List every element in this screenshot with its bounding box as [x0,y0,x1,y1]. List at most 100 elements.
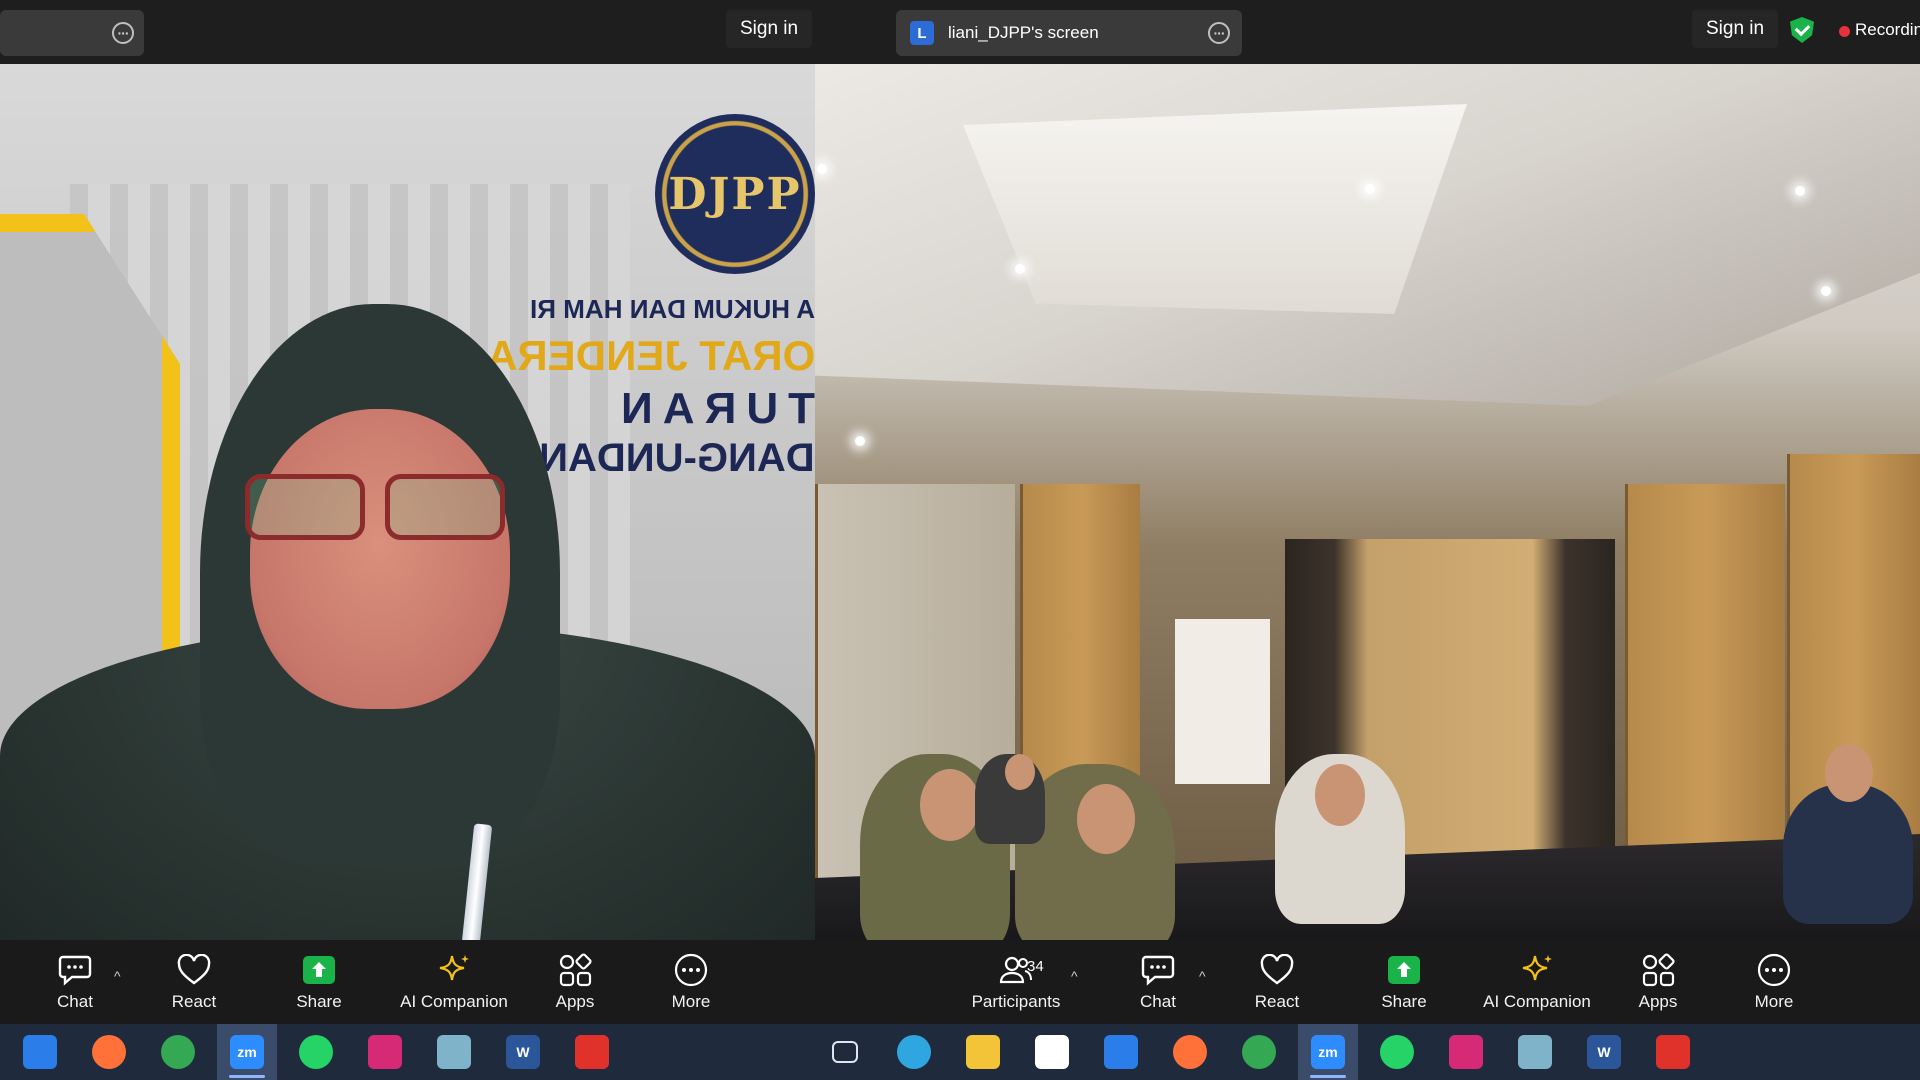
apps-button[interactable]: Apps [1635,940,1681,1024]
more-options-icon[interactable] [1208,22,1230,44]
taskbar-whatsapp-button[interactable] [286,1024,346,1080]
attendee-5 [1783,784,1913,924]
zoom-icon: zm [230,1035,264,1069]
more-options-icon[interactable] [112,22,134,44]
taskbar-zoom-button[interactable]: zm [217,1024,277,1080]
sparkle-icon [1515,952,1559,988]
participant-count: 34 [1027,958,1044,975]
mail-icon [23,1035,57,1069]
taskbar-acrobat-button[interactable] [562,1024,622,1080]
left-share-tab[interactable] [0,10,144,56]
left-meeting-toolbar: Chat ^ React Share AI Companion Apps Mor… [0,940,815,1024]
right-title-bar: L liani_DJPP's screen Sign in Recordin [815,0,1920,64]
recording-dot-icon [1839,26,1850,37]
taskbar-chrome-button[interactable] [1229,1024,1289,1080]
whatsapp-icon [299,1035,333,1069]
taskbar-acrobat-button[interactable] [1643,1024,1703,1080]
taskbar-instagram-button[interactable] [355,1024,415,1080]
file-explorer-icon [966,1035,1000,1069]
right-taskbar: zm W [815,1024,1920,1080]
heart-icon [1255,952,1299,988]
more-button[interactable]: More [1751,940,1797,1024]
taskbar-word-button[interactable]: W [493,1024,553,1080]
sharer-avatar: L [910,21,934,45]
left-taskbar: zm W [0,1024,815,1080]
left-title-bar: Sign in [0,0,815,64]
background-banner-line-3: TURAN [611,384,815,433]
right-meeting-toolbar: Participants 34 ^ Chat ^ React Share AI … [815,940,1920,1024]
sign-in-button[interactable]: Sign in [726,10,813,48]
taskbar-whatsapp-button[interactable] [1367,1024,1427,1080]
speaker-glasses [245,474,515,544]
chat-options-chevron-up-icon[interactable]: ^ [114,968,121,984]
taskbar-zoom-button[interactable]: zm [1298,1024,1358,1080]
taskbar-file-explorer-button[interactable] [953,1024,1013,1080]
edge-icon [897,1035,931,1069]
task-view-icon [832,1041,858,1063]
left-zoom-window: Sign in DJPP A HUKUM DAN HAM RI ORAT JEN… [0,0,815,1080]
taskbar-word-button[interactable]: W [1574,1024,1634,1080]
notes-icon [437,1035,471,1069]
more-button[interactable]: More [668,940,714,1024]
screen-share-tab[interactable]: L liani_DJPP's screen [896,10,1242,56]
taskbar-instagram-button[interactable] [1436,1024,1496,1080]
more-icon [1752,952,1796,988]
taskbar-edge-button[interactable] [884,1024,944,1080]
chat-button[interactable]: Chat [1133,940,1183,1024]
taskbar-firefox-button[interactable] [1160,1024,1220,1080]
acrobat-icon [575,1035,609,1069]
background-banner-line-1: A HUKUM DAN HAM RI [529,294,815,324]
security-shield-icon[interactable] [1790,17,1814,43]
share-button[interactable]: Share [1381,940,1427,1024]
taskbar-notes-button[interactable] [1505,1024,1565,1080]
share-icon [297,952,341,988]
instagram-icon [1449,1035,1483,1069]
chrome-icon [1242,1035,1276,1069]
taskbar-mail-button[interactable] [10,1024,70,1080]
taskbar-chrome-button[interactable] [148,1024,208,1080]
more-icon [669,952,713,988]
apps-icon [1636,952,1680,988]
chat-icon [53,952,97,988]
right-zoom-window: L liani_DJPP's screen Sign in Recordin [815,0,1920,1080]
chrome-icon [161,1035,195,1069]
background-banner-line-2: ORAT JENDERA [486,332,815,379]
apps-icon [553,952,597,988]
taskbar-store-button[interactable] [1022,1024,1082,1080]
share-icon [1382,952,1426,988]
react-button[interactable]: React [1251,940,1303,1024]
right-video-feed [815,64,1920,940]
mail-icon [1104,1035,1138,1069]
store-icon [1035,1035,1069,1069]
ai-companion-button[interactable]: AI Companion [398,940,510,1024]
participants-options-chevron-up-icon[interactable]: ^ [1071,968,1078,984]
recording-label[interactable]: Recordin [1855,20,1920,40]
chat-button[interactable]: Chat [50,940,100,1024]
taskbar-firefox-button[interactable] [79,1024,139,1080]
ai-companion-button[interactable]: AI Companion [1481,940,1593,1024]
taskbar-notes-button[interactable] [424,1024,484,1080]
participants-button[interactable]: Participants [959,940,1073,1024]
screen: Sign in DJPP A HUKUM DAN HAM RI ORAT JEN… [0,0,1920,1080]
left-video-feed: DJPP A HUKUM DAN HAM RI ORAT JENDERA TUR… [0,64,815,940]
taskbar-task-view-button[interactable] [815,1024,875,1080]
firefox-icon [92,1035,126,1069]
heart-icon [172,952,216,988]
firefox-icon [1173,1035,1207,1069]
sparkle-icon [432,952,476,988]
instagram-icon [368,1035,402,1069]
speaker-face [250,409,510,709]
chat-icon [1136,952,1180,988]
react-button[interactable]: React [168,940,220,1024]
word-icon: W [1587,1035,1621,1069]
chat-options-chevron-up-icon[interactable]: ^ [1199,968,1206,984]
background-banner-line-4: DANG-UNDANG [508,436,815,480]
djpp-logo: DJPP [655,114,815,274]
taskbar-mail-button[interactable] [1091,1024,1151,1080]
sign-in-button[interactable]: Sign in [1692,10,1779,48]
screen-share-title: liani_DJPP's screen [948,23,1099,42]
share-button[interactable]: Share [296,940,342,1024]
acrobat-icon [1656,1035,1690,1069]
zoom-icon: zm [1311,1035,1345,1069]
apps-button[interactable]: Apps [552,940,598,1024]
